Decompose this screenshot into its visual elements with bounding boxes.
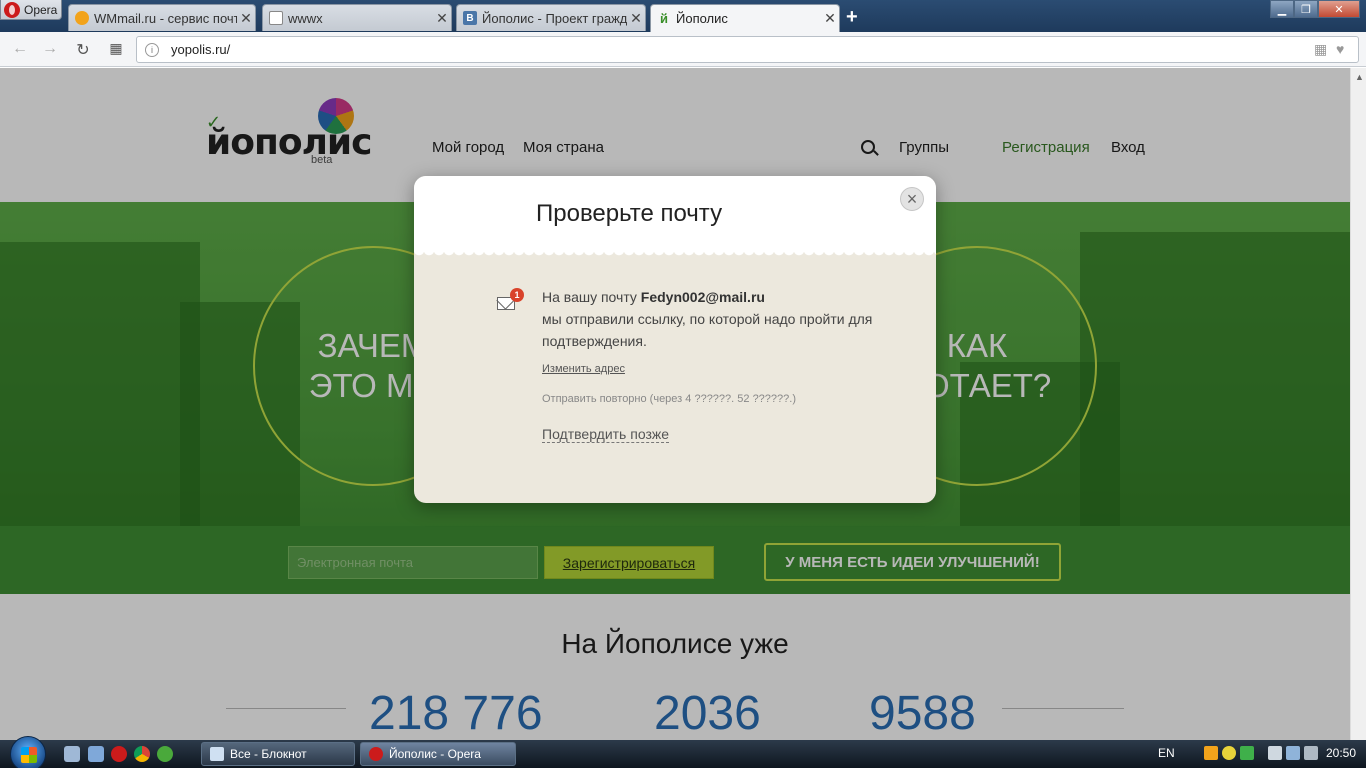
close-tab-icon[interactable]: ✕ <box>627 10 645 27</box>
tab-label: wwwx <box>288 10 323 26</box>
opera-icon <box>4 1 20 18</box>
opera-menu-label: Opera <box>24 2 58 17</box>
forward-icon[interactable]: → <box>39 40 61 58</box>
site-info-icon[interactable]: i <box>145 43 159 57</box>
tab-label: WMmail.ru - сервис почт <box>94 10 237 26</box>
tab-label: Йополис <box>676 11 728 26</box>
task-opera[interactable]: Йополис - Opera <box>360 742 516 766</box>
chrome-icon[interactable] <box>134 746 150 762</box>
window-controls: ▁ ❐ ✕ <box>1270 0 1360 18</box>
close-window-icon[interactable]: ✕ <box>1318 0 1360 18</box>
network-icon[interactable] <box>1286 746 1300 760</box>
start-button[interactable] <box>10 736 46 768</box>
modal-title: Проверьте почту <box>536 200 723 227</box>
volume-icon[interactable] <box>1304 746 1318 760</box>
address-text: yopolis.ru/ <box>171 42 231 57</box>
resend-text: Отправить повторно (через 4 ??????. 52 ?… <box>542 393 796 405</box>
show-desktop-icon[interactable] <box>64 746 80 762</box>
back-icon[interactable]: ← <box>9 40 31 58</box>
tab-yopolis-project[interactable]: B Йополис - Проект гражд ✕ <box>456 4 646 31</box>
close-tab-icon[interactable]: ✕ <box>821 10 839 27</box>
opera-icon <box>369 747 383 761</box>
tab-wwwx[interactable]: wwwx ✕ <box>262 4 452 31</box>
stash-icon[interactable]: ▦ <box>1314 41 1327 58</box>
clock[interactable]: 20:50 <box>1326 746 1356 760</box>
close-tab-icon[interactable]: ✕ <box>433 10 451 27</box>
tab-bar: Opera WMmail.ru - сервис почт ✕ wwwx ✕ B… <box>0 0 1366 32</box>
user-email: Fedyn002@mail.ru <box>640 289 765 305</box>
modal-message: На вашу почту Fedyn002@mail.ru мы отправ… <box>542 286 882 352</box>
msg-rest: мы отправили ссылку, по которой надо про… <box>542 311 873 349</box>
speed-dial-icon[interactable]: ▦ <box>105 40 127 57</box>
heart-icon[interactable]: ♥ <box>1336 41 1344 57</box>
utorrent-icon[interactable] <box>157 746 173 762</box>
tab-label: Йополис - Проект гражд <box>482 10 627 26</box>
web-page: ✓ йополис beta Мой город Моя страна Груп… <box>0 68 1350 740</box>
switch-windows-icon[interactable] <box>88 746 104 762</box>
modal-header: Проверьте почту × <box>414 176 936 258</box>
page-scrollbar[interactable]: ▲ <box>1350 68 1366 740</box>
wmmail-icon <box>75 11 89 25</box>
messenger-icon[interactable] <box>1222 746 1236 760</box>
media-icon[interactable] <box>1204 746 1218 760</box>
yopolis-icon: й <box>660 11 668 26</box>
change-address-link[interactable]: Изменить адрес <box>542 363 625 375</box>
opera-menu-button[interactable]: Opera <box>0 0 62 20</box>
notepad-icon <box>210 747 224 761</box>
opera-icon[interactable] <box>111 746 127 762</box>
notification-badge: 1 <box>510 288 524 302</box>
confirm-later-link[interactable]: Подтвердить позже <box>542 426 670 443</box>
check-icon[interactable] <box>1240 746 1254 760</box>
minimize-icon[interactable]: ▁ <box>1270 0 1294 18</box>
tab-yopolis[interactable]: й Йополис ✕ <box>650 4 840 32</box>
msg-prefix: На вашу почту <box>542 289 641 305</box>
task-notepad[interactable]: Все - Блокнот <box>201 742 355 766</box>
address-bar[interactable]: i yopolis.ru/ ▦ ♥ <box>136 36 1359 63</box>
close-icon[interactable]: × <box>900 187 924 211</box>
page-icon <box>269 11 283 25</box>
address-toolbar: ← → ↻ ▦ i yopolis.ru/ ▦ ♥ <box>0 32 1366 67</box>
tab-wmmail[interactable]: WMmail.ru - сервис почт ✕ <box>68 4 256 31</box>
taskbar: Все - Блокнот Йополис - Opera EN 20:50 <box>0 736 1366 768</box>
language-indicator[interactable]: EN <box>1158 746 1175 760</box>
new-tab-button[interactable]: + <box>846 6 858 29</box>
reload-icon[interactable]: ↻ <box>72 40 94 60</box>
close-tab-icon[interactable]: ✕ <box>237 10 255 27</box>
task-label: Все - Блокнот <box>230 747 307 761</box>
task-label: Йополис - Opera <box>389 747 481 761</box>
scroll-up-icon[interactable]: ▲ <box>1355 72 1364 82</box>
vk-icon: B <box>463 11 477 25</box>
check-email-modal: Проверьте почту × 1 На вашу почту Fedyn0… <box>414 176 936 503</box>
maximize-icon[interactable]: ❐ <box>1294 0 1318 18</box>
usb-icon[interactable] <box>1268 746 1282 760</box>
